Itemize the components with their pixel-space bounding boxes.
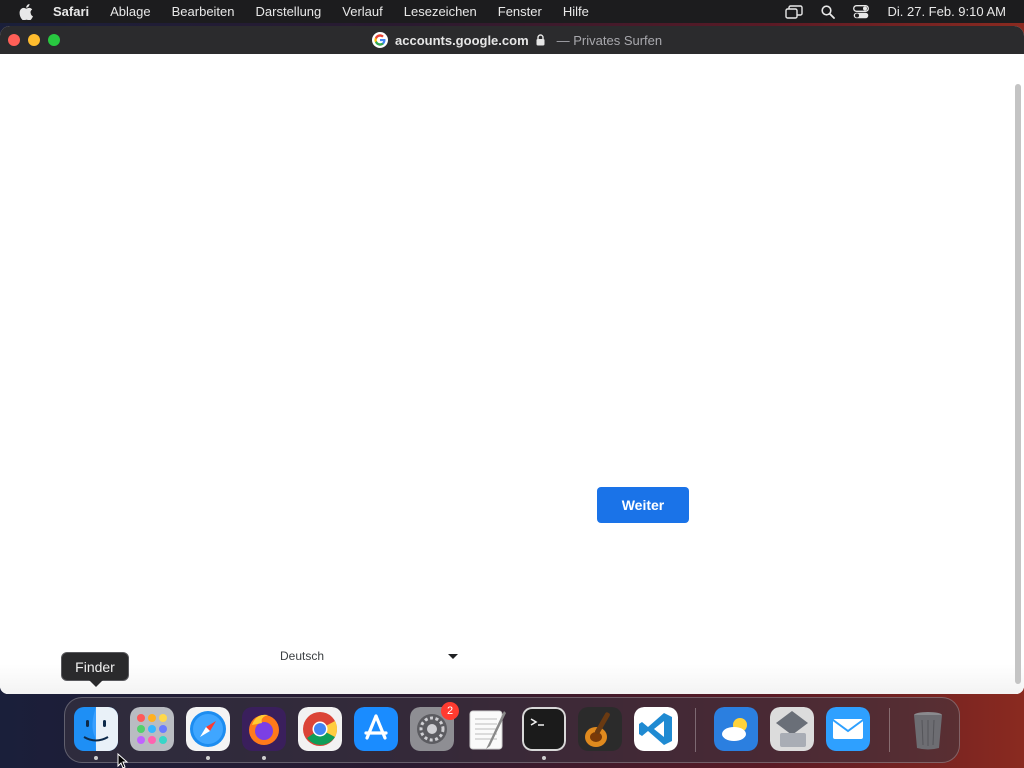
safari-window: accounts.google.com — Privates Surfen We… [0,26,1024,694]
close-window-button[interactable] [8,34,20,46]
menu-bearbeiten[interactable]: Bearbeiten [172,4,235,19]
next-button[interactable]: Weiter [597,487,689,523]
garageband-icon[interactable] [578,707,622,751]
dock: 2 [64,697,960,763]
vertical-scrollbar[interactable] [1015,84,1021,684]
chrome-icon[interactable] [298,707,342,751]
terminal-running-indicator [542,756,546,760]
menu-darstellung[interactable]: Darstellung [256,4,322,19]
menu-clock[interactable]: Di. 27. Feb. 9:10 AM [887,4,1006,19]
menu-ablage[interactable]: Ablage [110,4,150,19]
finder-running-indicator [94,756,98,760]
address-display[interactable]: accounts.google.com — Privates Surfen [372,26,662,54]
textedit-icon[interactable] [466,707,510,751]
menu-fenster[interactable]: Fenster [498,4,542,19]
safari-running-indicator [206,756,210,760]
tooltip-arrow [89,680,103,687]
trash-icon[interactable] [906,707,950,751]
app-store-icon[interactable] [354,707,398,751]
screen-mirroring-icon[interactable] [785,4,804,19]
menu-app-name[interactable]: Safari [53,4,89,19]
apple-menu-icon[interactable] [19,3,33,20]
dock-separator [695,708,696,752]
url-text: accounts.google.com [395,32,529,48]
web-content: Weiter Deutsch [0,54,1024,694]
content-bottom-shade [0,664,1024,694]
maximize-window-button[interactable] [48,34,60,46]
language-select-value: Deutsch [280,649,325,663]
safari-icon[interactable] [186,707,230,751]
control-center-icon[interactable] [853,4,870,19]
private-browsing-label: — Privates Surfen [556,32,663,48]
dock-tooltip: Finder [61,652,129,687]
menu-lesezeichen[interactable]: Lesezeichen [404,4,477,19]
terminal-icon[interactable] [522,707,566,751]
firefox-icon[interactable] [242,707,286,751]
notification-badge: 2 [441,702,459,720]
dock-separator-trash [889,708,890,752]
spotlight-search-icon[interactable] [821,4,836,19]
mouse-cursor-icon [117,752,129,768]
vscode-icon[interactable] [634,707,678,751]
lock-icon [536,34,545,46]
menu-hilfe[interactable]: Hilfe [563,4,589,19]
dock-tooltip-label: Finder [75,658,115,675]
menu-verlauf[interactable]: Verlauf [342,4,382,19]
title-bar: accounts.google.com — Privates Surfen [0,26,1024,54]
finder-icon[interactable] [74,707,118,751]
utility-app-icon[interactable] [770,707,814,751]
weather-icon[interactable] [714,707,758,751]
dropdown-arrow-icon [448,654,458,659]
mail-icon[interactable] [826,707,870,751]
firefox-running-indicator [262,756,266,760]
launchpad-icon[interactable] [130,707,174,751]
minimize-window-button[interactable] [28,34,40,46]
google-favicon-icon [372,32,388,48]
menu-bar: Safari Ablage Bearbeiten Darstellung Ver… [0,0,1024,23]
